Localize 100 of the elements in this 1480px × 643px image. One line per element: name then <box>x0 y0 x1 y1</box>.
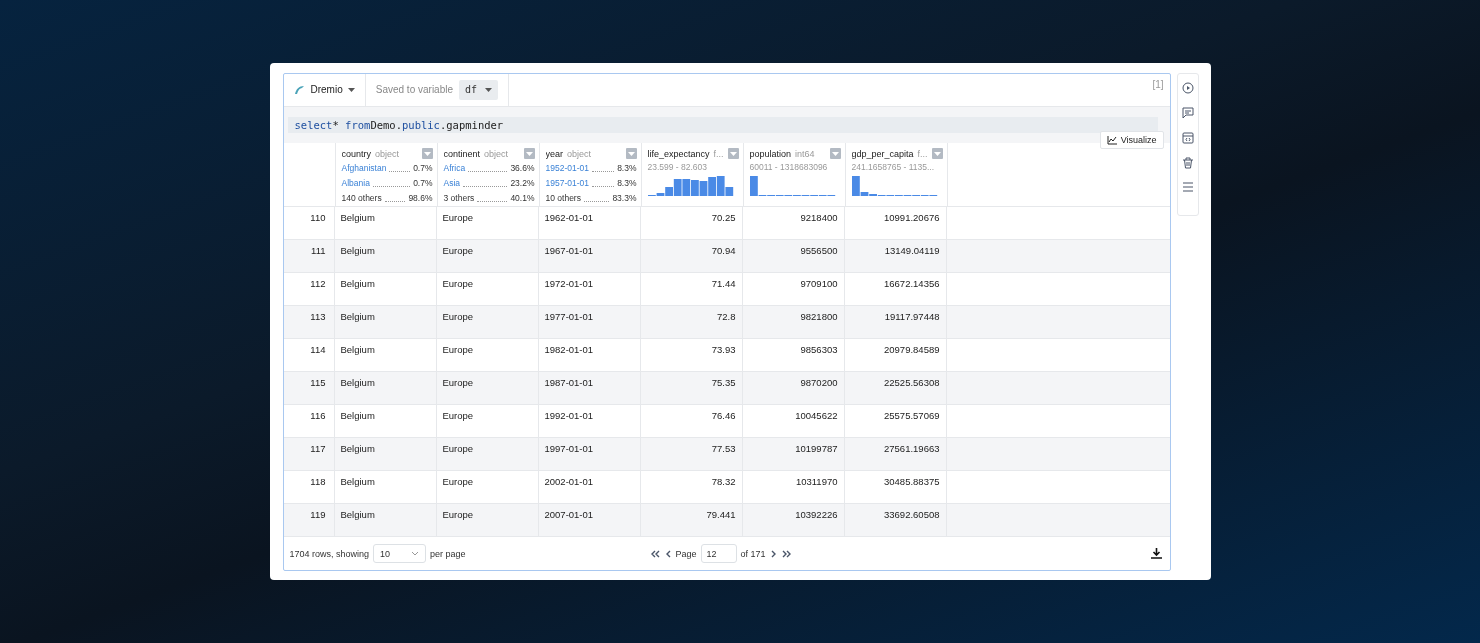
percentage: 0.7% <box>413 178 433 188</box>
column-name: country <box>341 148 371 159</box>
table-cell: 1972-01-01 <box>538 273 641 305</box>
table-cell: Europe <box>436 339 539 371</box>
table-cell: Belgium <box>334 372 437 404</box>
table-cell: 30485.88375 <box>844 471 947 503</box>
table-cell: 71.44 <box>640 273 743 305</box>
last-page-button[interactable] <box>780 549 792 558</box>
page-size-dropdown[interactable]: 10 <box>373 544 427 563</box>
percentage: 23.2% <box>510 178 535 188</box>
rows-count: 1704 rows, showing <box>289 548 370 559</box>
value-link[interactable]: 1952-01-01 <box>545 163 589 173</box>
table-cell: Belgium <box>334 273 437 305</box>
table-cell: 25575.57069 <box>844 405 947 437</box>
previous-page-button[interactable] <box>664 549 672 558</box>
value-link[interactable]: Asia <box>443 178 461 188</box>
percentage: 36.6% <box>510 163 535 173</box>
table-cell: 72.8 <box>640 306 743 338</box>
variable-dropdown[interactable]: df <box>459 79 499 100</box>
column-name: year <box>545 148 563 159</box>
comment-icon[interactable] <box>1181 107 1194 119</box>
table-cell: Belgium <box>334 339 437 371</box>
column-name: life_expectancy <box>647 148 710 159</box>
table-cell: Europe <box>436 438 539 470</box>
value-range: 23.599 - 82.603 <box>647 162 709 172</box>
line-chart-icon <box>1106 135 1117 145</box>
table-cell: 2002-01-01 <box>538 471 641 503</box>
table-cell: 20979.84589 <box>844 339 947 371</box>
row-index: 118 <box>283 471 335 503</box>
table-cell: 10311970 <box>742 471 845 503</box>
table-cell: Europe <box>436 240 539 272</box>
table-cell: 9821800 <box>742 306 845 338</box>
chevron-down-icon <box>411 551 420 556</box>
table-cell: 1977-01-01 <box>538 306 641 338</box>
value-link[interactable]: Afghanistan <box>341 163 387 173</box>
table-cell: Europe <box>436 207 539 239</box>
next-page-button[interactable] <box>769 549 777 558</box>
table-cell: 19117.97448 <box>844 306 947 338</box>
row-index: 115 <box>283 372 335 404</box>
page-input[interactable]: 12 <box>700 544 737 563</box>
value-link[interactable]: Albania <box>341 178 370 188</box>
table-cell: Europe <box>436 372 539 404</box>
table-cell: 79.441 <box>640 504 743 536</box>
table-cell: 10199787 <box>742 438 845 470</box>
page-label: Page <box>675 548 697 559</box>
table-cell: 1982-01-01 <box>538 339 641 371</box>
table-cell: 73.93 <box>640 339 743 371</box>
trash-icon[interactable] <box>1181 157 1194 169</box>
caret-icon <box>933 151 941 156</box>
table-cell: 1992-01-01 <box>538 405 641 437</box>
caret-icon <box>347 87 355 92</box>
sql-query[interactable]: select* fromDemo.public.gapminder <box>287 116 1158 133</box>
column-name: gdp_per_capita <box>851 148 914 159</box>
row-index: 119 <box>283 504 335 536</box>
table-cell: Europe <box>436 273 539 305</box>
row-index: 112 <box>283 273 335 305</box>
column-type: object <box>567 148 592 159</box>
table-cell: 70.94 <box>640 240 743 272</box>
column-type: object <box>375 148 400 159</box>
value-link[interactable]: Africa <box>443 163 466 173</box>
table-cell: 33692.60508 <box>844 504 947 536</box>
percentage: 0.7% <box>413 163 433 173</box>
value-link[interactable]: 1957-01-01 <box>545 178 589 188</box>
table-cell: Belgium <box>334 471 437 503</box>
first-page-button[interactable] <box>649 549 661 558</box>
table-cell: Europe <box>436 306 539 338</box>
table-cell: Belgium <box>334 306 437 338</box>
column-type: f... <box>713 148 724 159</box>
percentage: 8.3% <box>617 163 637 173</box>
per-page-label: per page <box>430 548 466 559</box>
table-cell: 13149.04119 <box>844 240 947 272</box>
row-index: 113 <box>283 306 335 338</box>
table-cell: Belgium <box>334 207 437 239</box>
table-cell: Belgium <box>334 438 437 470</box>
percentage: 8.3% <box>617 178 637 188</box>
row-index: 116 <box>283 405 335 437</box>
page-total: of 171 <box>740 548 766 559</box>
others-label: 140 others <box>341 193 382 203</box>
execution-count: [1] <box>1151 78 1165 92</box>
value-range: 241.1658765 - 1135... <box>851 162 936 172</box>
others-label: 10 others <box>545 193 581 203</box>
table-cell: 9218400 <box>742 207 845 239</box>
table-cell: 1962-01-01 <box>538 207 641 239</box>
code-window-icon[interactable] <box>1181 132 1194 144</box>
percentage: 98.6% <box>408 193 433 203</box>
caret-icon <box>627 151 635 156</box>
table-cell: 77.53 <box>640 438 743 470</box>
row-index: 117 <box>283 438 335 470</box>
column-name: continent <box>443 148 481 159</box>
table-cell: 27561.19663 <box>844 438 947 470</box>
caret-icon <box>729 151 737 156</box>
source-dropdown[interactable]: Dremio <box>310 84 355 96</box>
run-icon[interactable] <box>1181 82 1194 94</box>
column-name: population <box>749 148 792 159</box>
download-button[interactable] <box>1150 548 1162 559</box>
caret-icon <box>525 151 533 156</box>
visualize-button[interactable]: Visualize <box>1099 131 1164 149</box>
table-cell: 10045622 <box>742 405 845 437</box>
table-cell: 78.32 <box>640 471 743 503</box>
table-cell: 75.35 <box>640 372 743 404</box>
